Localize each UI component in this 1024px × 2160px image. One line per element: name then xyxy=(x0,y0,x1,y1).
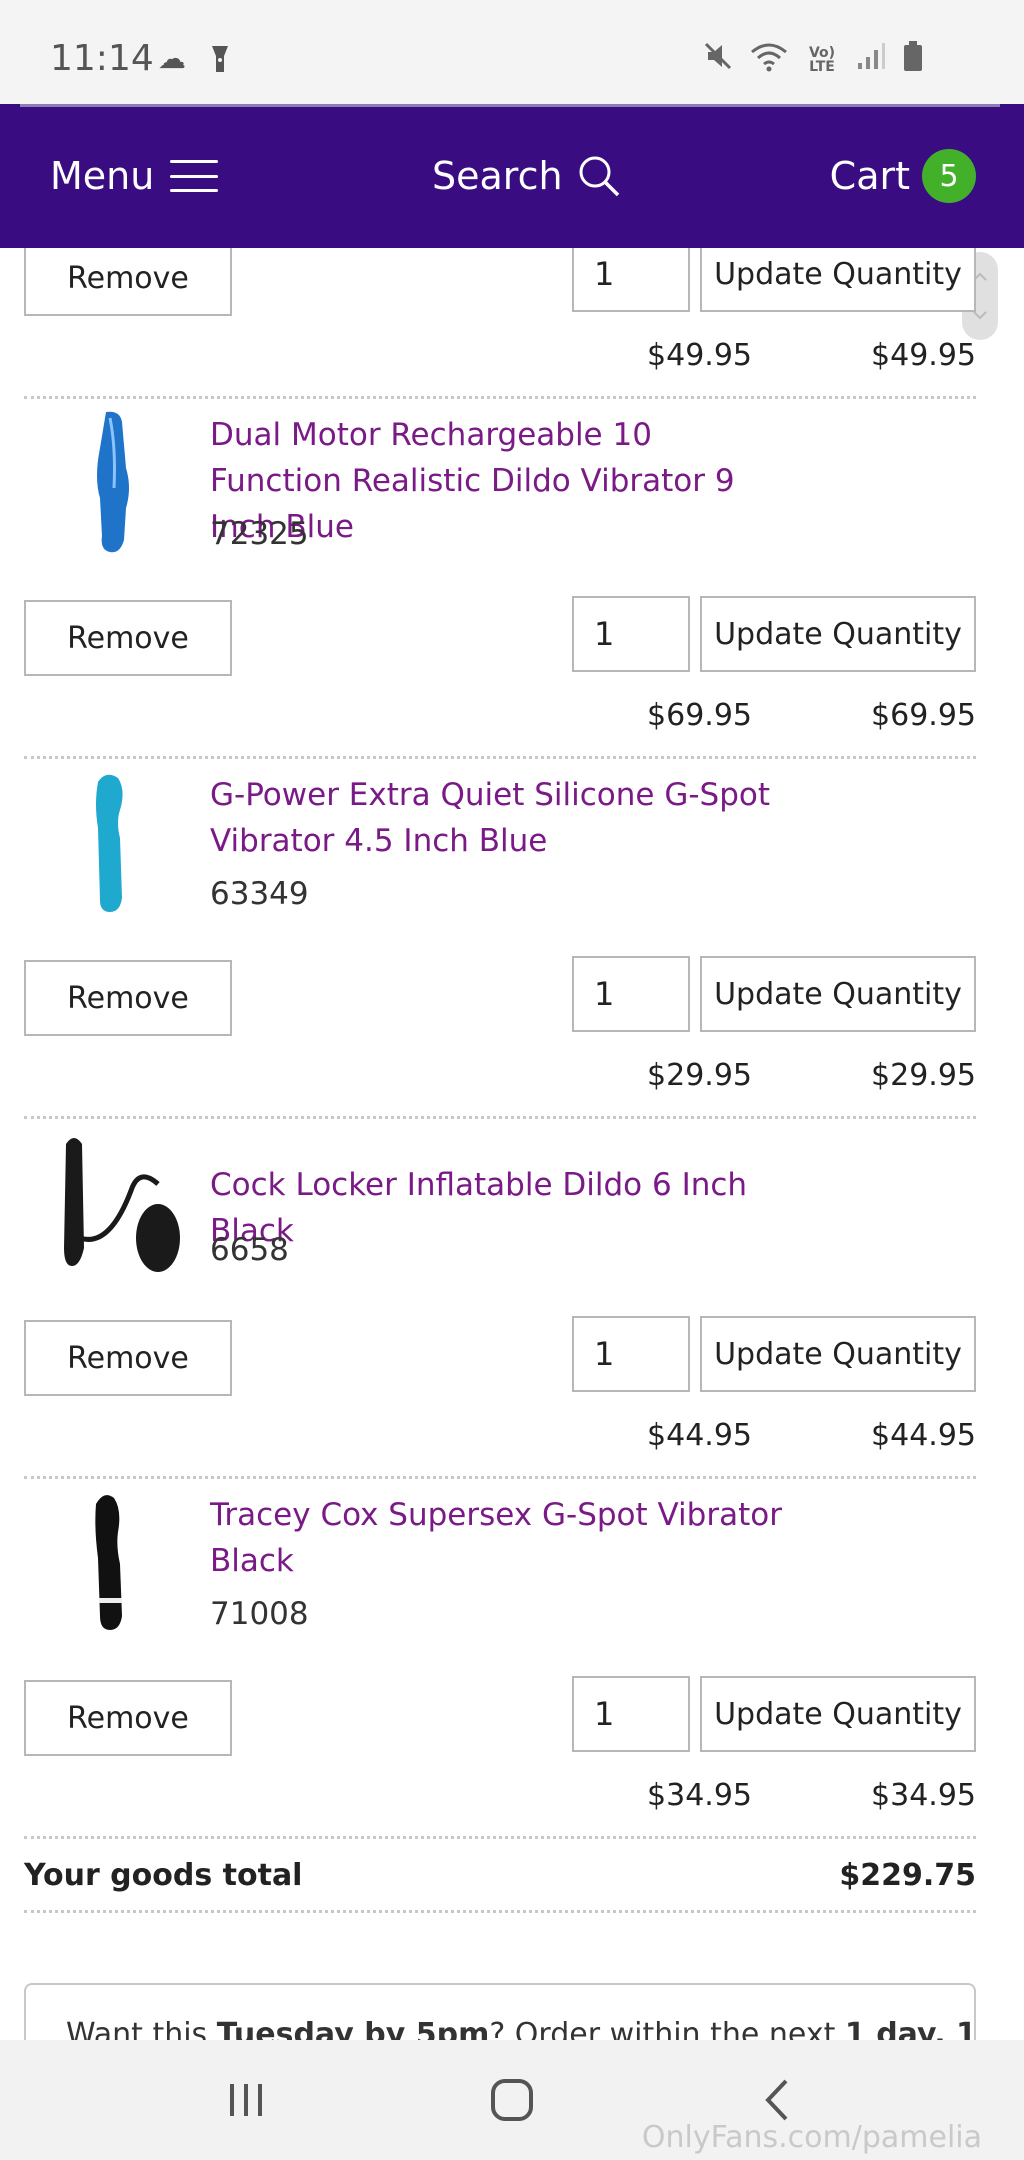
product-title-link[interactable]: G-Power Extra Quiet Silicone G-Spot Vibr… xyxy=(210,772,790,864)
product-sku: 63349 xyxy=(210,876,309,912)
delivery-countdown: 1 day, 18 xyxy=(844,2017,976,2040)
quantity-input[interactable]: 1 xyxy=(572,956,690,1032)
hamburger-icon xyxy=(170,160,219,192)
remove-button[interactable]: Remove xyxy=(24,1320,232,1396)
remove-button[interactable]: Remove xyxy=(24,960,232,1036)
cart-count-badge: 5 xyxy=(922,149,976,203)
quantity-input[interactable]: 1 xyxy=(572,1316,690,1392)
watermark: OnlyFans.com/pamelia xyxy=(641,2120,982,2155)
menu-label: Menu xyxy=(50,154,155,198)
site-header: Menu Search Cart 5 xyxy=(0,104,1024,248)
cart-list: Remove 1 Update Quantity $49.95 $49.95 D… xyxy=(0,248,1024,2040)
goods-total-value: $229.75 xyxy=(839,1858,976,1893)
unit-price: $29.95 xyxy=(647,1058,752,1093)
product-sku: 6658 xyxy=(210,1232,289,1268)
cart-button[interactable]: Cart 5 xyxy=(830,104,976,248)
goods-total-label: Your goods total xyxy=(24,1858,303,1893)
item-divider xyxy=(24,756,976,759)
search-icon xyxy=(577,154,621,198)
home-button[interactable] xyxy=(452,2040,572,2160)
item-divider xyxy=(24,1476,976,1479)
update-quantity-button[interactable]: Update Quantity xyxy=(700,596,976,672)
quantity-input[interactable]: 1 xyxy=(572,596,690,672)
product-title-link[interactable]: Cock Locker Inflatable Dildo 6 Inch Blac… xyxy=(210,1162,790,1254)
product-sku: 72325 xyxy=(210,516,309,552)
line-total: $44.95 xyxy=(871,1418,976,1453)
remove-button[interactable]: Remove xyxy=(24,1680,232,1756)
cart-label: Cart xyxy=(829,154,910,198)
unit-price: $34.95 xyxy=(647,1778,752,1813)
recent-apps-button[interactable] xyxy=(186,2040,306,2160)
update-quantity-button[interactable]: Update Quantity xyxy=(700,956,976,1032)
quantity-input[interactable]: 1 xyxy=(572,1676,690,1752)
product-title-link[interactable]: Tracey Cox Supersex G-Spot Vibrator Blac… xyxy=(210,1492,790,1584)
cloud-icon: ☁ xyxy=(158,42,186,75)
product-thumbnail[interactable] xyxy=(40,768,190,918)
update-quantity-button[interactable]: Update Quantity xyxy=(700,1316,976,1392)
item-divider xyxy=(24,1116,976,1119)
status-icons: Vo) LTE xyxy=(702,40,924,79)
search-label: Search xyxy=(432,154,563,198)
signal-icon xyxy=(856,41,886,78)
unit-price: $44.95 xyxy=(647,1418,752,1453)
unit-price: $69.95 xyxy=(647,698,752,733)
line-total: $29.95 xyxy=(871,1058,976,1093)
product-thumbnail[interactable] xyxy=(40,408,190,558)
remove-button[interactable]: Remove xyxy=(24,248,232,316)
lte-icon: Vo) LTE xyxy=(808,44,836,75)
remove-button[interactable]: Remove xyxy=(24,600,232,676)
delivery-text: Want this xyxy=(66,2017,217,2040)
delivery-text: ? Order within the next xyxy=(489,2017,845,2040)
battery-icon xyxy=(902,40,924,79)
menu-button[interactable]: Menu xyxy=(50,104,219,248)
item-divider xyxy=(24,396,976,399)
flashlight-icon xyxy=(206,42,234,83)
item-divider xyxy=(24,1836,976,1839)
search-button[interactable]: Search xyxy=(432,104,621,248)
delivery-message: Want this Tuesday by 5pm? Order within t… xyxy=(66,2017,976,2040)
mute-icon xyxy=(702,40,734,79)
status-time: 11:14 xyxy=(50,38,154,79)
wifi-icon xyxy=(750,40,788,79)
line-total: $34.95 xyxy=(871,1778,976,1813)
update-quantity-button[interactable]: Update Quantity xyxy=(700,248,976,312)
delivery-cutoff-box: Want this Tuesday by 5pm? Order within t… xyxy=(24,1983,976,2040)
quantity-input[interactable]: 1 xyxy=(572,248,690,312)
product-sku: 71008 xyxy=(210,1596,309,1632)
product-thumbnail[interactable] xyxy=(40,1488,190,1638)
delivery-day: Tuesday by 5pm xyxy=(216,2017,490,2040)
line-total: $49.95 xyxy=(871,338,976,373)
update-quantity-button[interactable]: Update Quantity xyxy=(700,1676,976,1752)
status-bar: 11:14 ☁ Vo) LTE xyxy=(0,0,1024,104)
total-divider xyxy=(24,1910,976,1913)
product-thumbnail[interactable] xyxy=(40,1128,190,1278)
line-total: $69.95 xyxy=(871,698,976,733)
unit-price: $49.95 xyxy=(647,338,752,373)
